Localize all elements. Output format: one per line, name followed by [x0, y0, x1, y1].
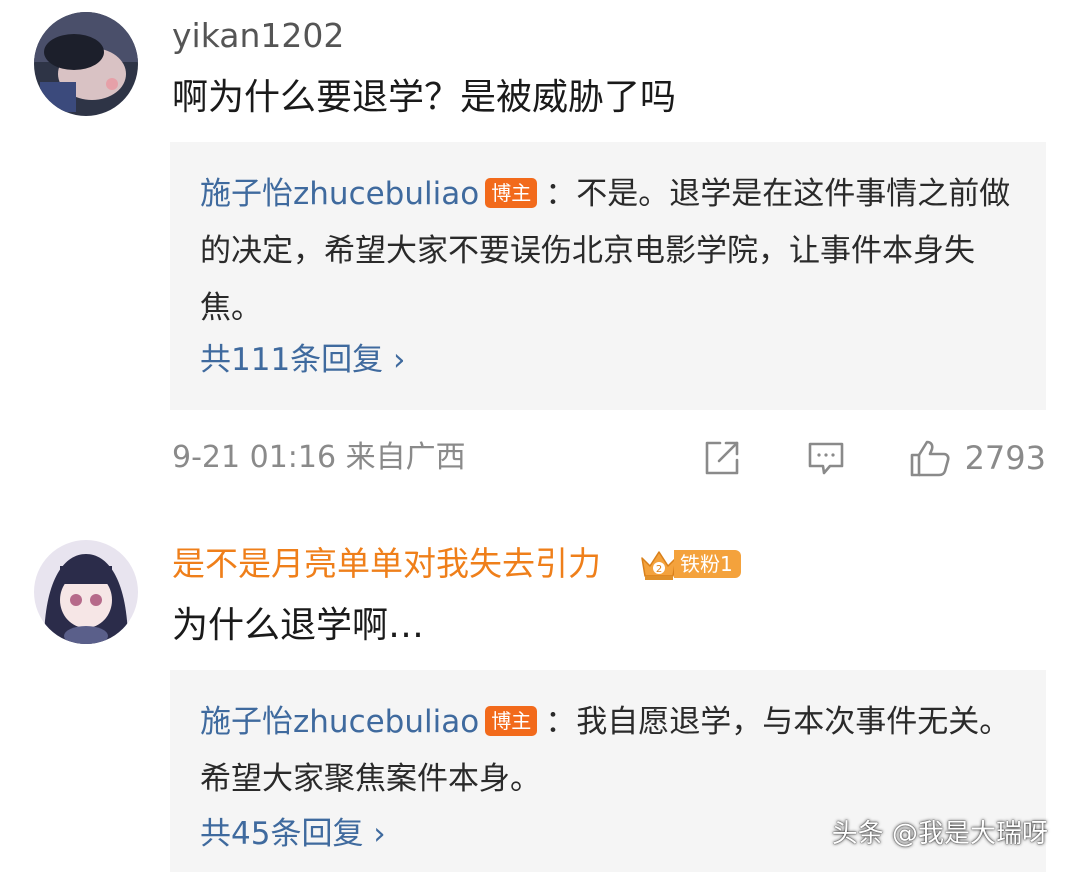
share-icon[interactable] — [702, 438, 742, 478]
avatar[interactable] — [34, 540, 138, 644]
comment-icon[interactable] — [806, 438, 846, 478]
reply-author[interactable]: 施子怡zhucebuliao — [200, 176, 479, 212]
meta-row: 9-21 01:16 来自广西 2793 — [172, 436, 1046, 480]
thumbs-up-icon[interactable] — [908, 438, 952, 478]
avatar[interactable] — [34, 12, 138, 116]
reply-box[interactable]: 施子怡zhucebuliao 博主 ：不是。退学是在这件事情之前做的决定，希望大家不… — [170, 142, 1046, 410]
fan-level-label: 铁粉1 — [674, 550, 741, 578]
username[interactable]: yikan1202 — [172, 16, 344, 56]
reply-content: 施子怡zhucebuliao 博主 ：我自愿退学，与本次事件无关。希望大家聚焦案件本… — [200, 694, 1030, 808]
timestamp-location: 9-21 01:16 来自广西 — [172, 440, 466, 475]
view-replies-link[interactable]: 共45条回复 › — [200, 814, 386, 854]
reply-content: 施子怡zhucebuliao 博主 ：不是。退学是在这件事情之前做的决定，希望大家不… — [200, 166, 1030, 337]
comment-text: 为什么退学啊… — [172, 605, 425, 646]
fan-badge: 2 铁粉1 — [638, 544, 741, 584]
comment-text: 啊为什么要退学？是被威胁了吗 — [172, 77, 677, 118]
username[interactable]: 是不是月亮单单对我失去引力 — [172, 544, 601, 584]
svg-text:2: 2 — [656, 564, 662, 575]
reply-author[interactable]: 施子怡zhucebuliao — [200, 704, 479, 740]
watermark: 头条 @我是大瑞呀 — [831, 819, 1048, 849]
like-count: 2793 — [964, 439, 1046, 477]
blogger-badge: 博主 — [485, 178, 538, 208]
view-replies-link[interactable]: 共111条回复 › — [200, 340, 405, 380]
blogger-badge: 博主 — [485, 706, 538, 736]
